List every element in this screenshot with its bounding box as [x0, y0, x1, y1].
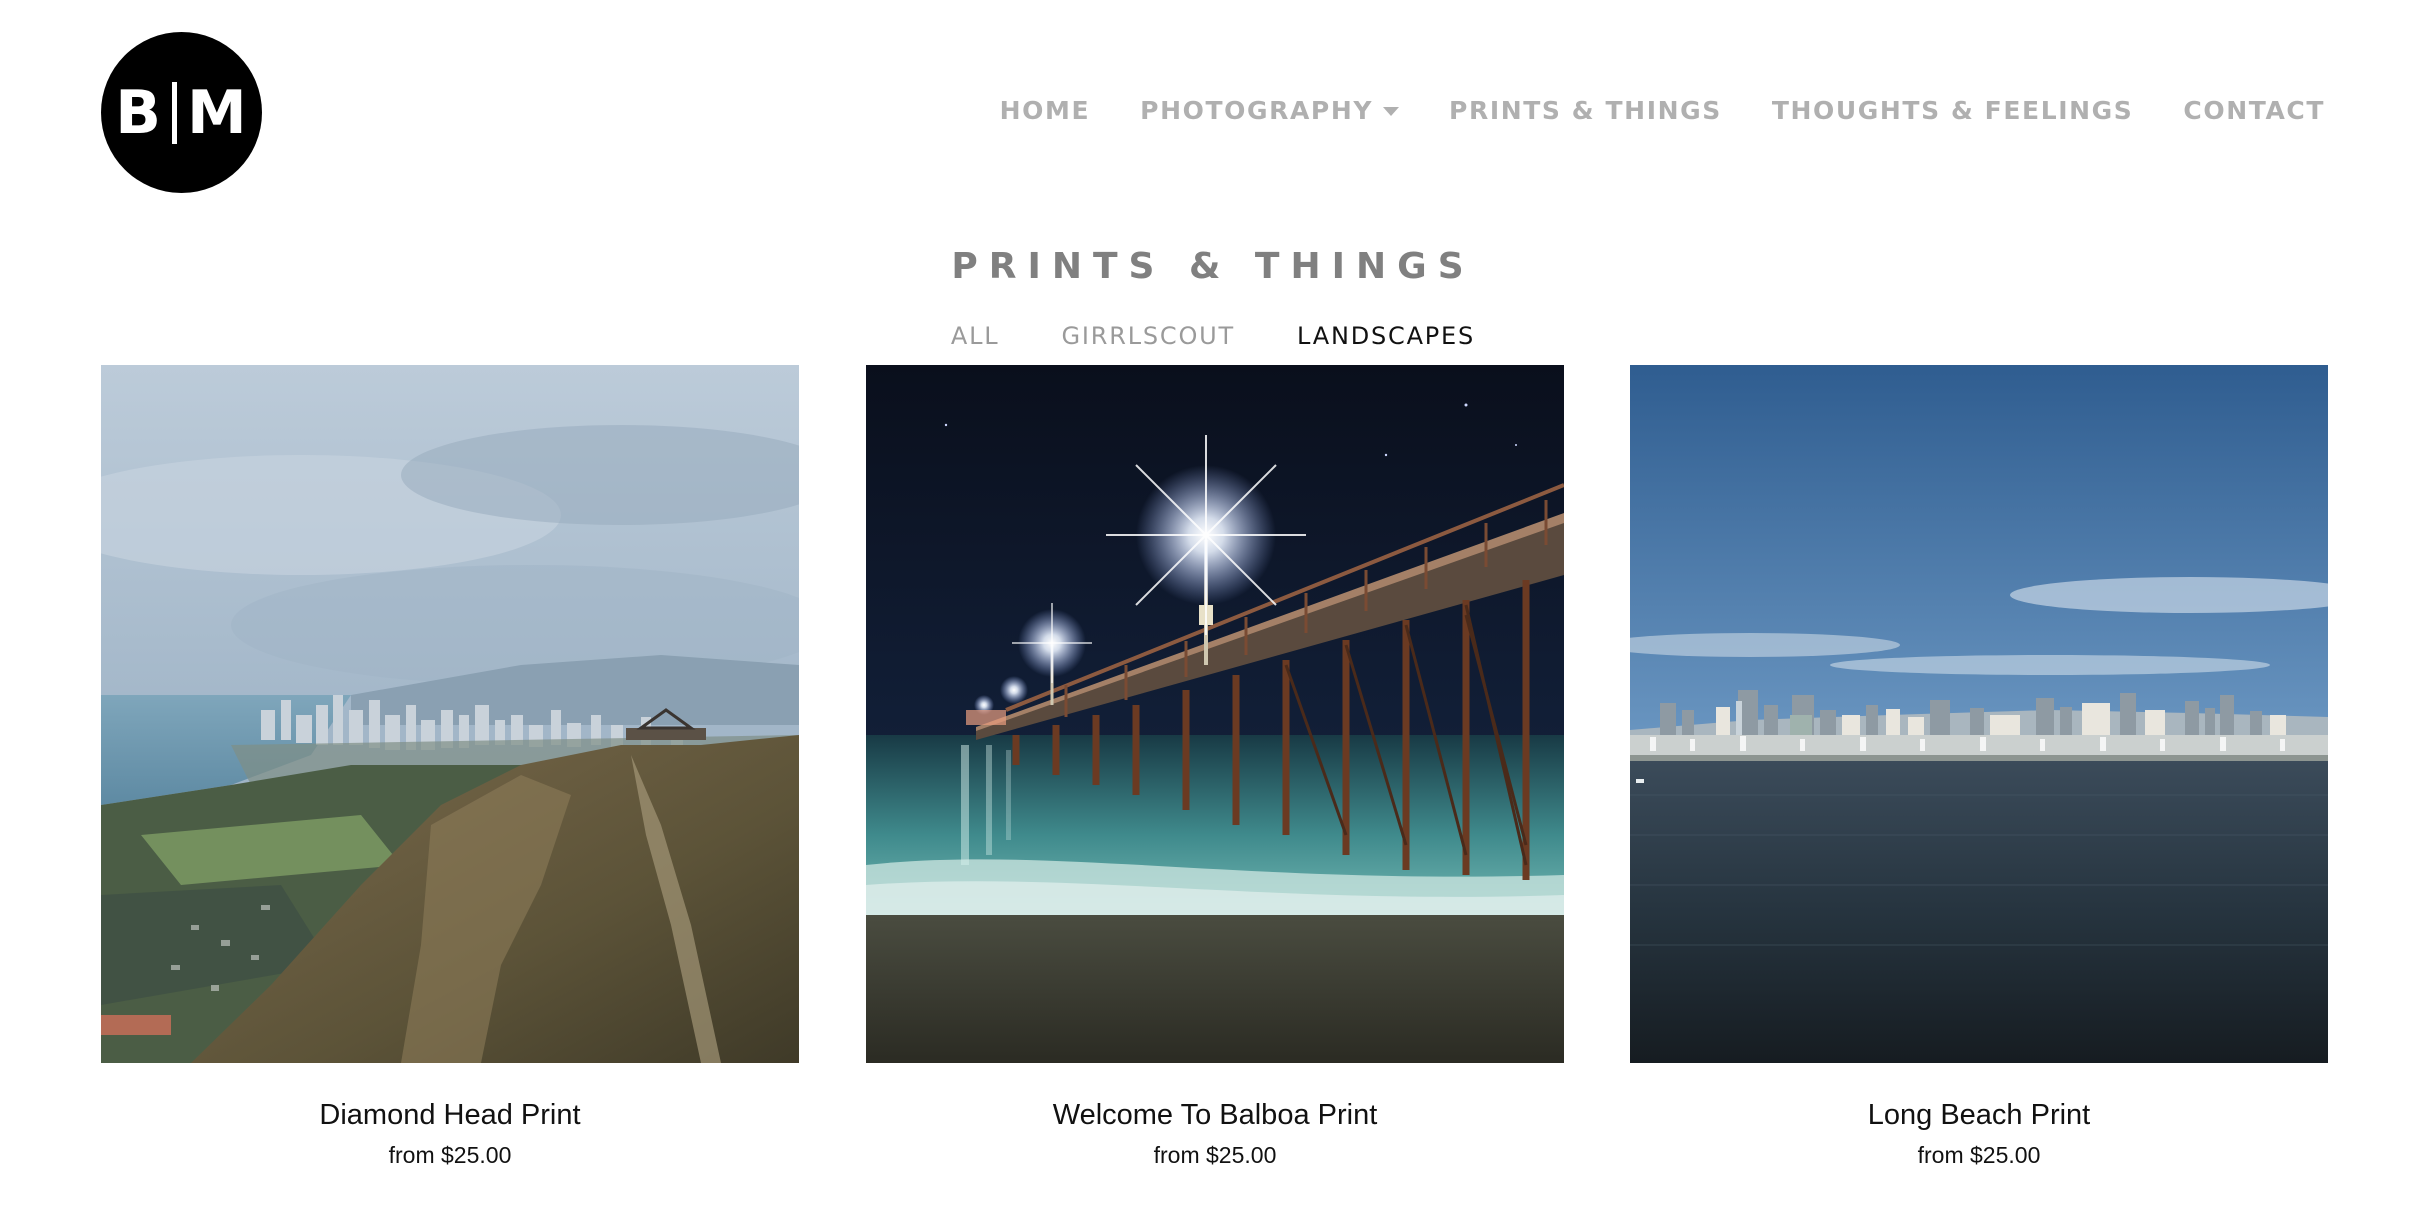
long-beach-skyline-photo: [1630, 365, 2328, 1063]
nav-home[interactable]: HOME: [1000, 96, 1091, 125]
product-name[interactable]: Diamond Head Print: [101, 1099, 799, 1132]
product-price: from $25.00: [388, 1142, 512, 1168]
chevron-down-icon: [1383, 107, 1400, 116]
nav-contact-label: CONTACT: [2183, 96, 2325, 125]
nav-thoughts-and-feelings[interactable]: THOUGHTS & FEELINGS: [1772, 96, 2134, 125]
product-card: Diamond Head Print from $25.00: [101, 365, 799, 1169]
logo-divider: [172, 81, 177, 144]
nav-thoughts-label: THOUGHTS & FEELINGS: [1771, 96, 2134, 125]
product-image-balboa[interactable]: [866, 365, 1564, 1063]
category-filter: ALL GIRRLSCOUT LANDSCAPES: [0, 322, 2426, 350]
filter-girrlscout[interactable]: GIRRLSCOUT: [1061, 322, 1235, 350]
product-image-long-beach[interactable]: [1630, 365, 2328, 1063]
diamond-head-landscape-photo: [101, 365, 799, 1063]
main-nav: HOME PHOTOGRAPHY PRINTS & THINGS THOUGHT…: [1000, 96, 2325, 125]
nav-prints-and-things[interactable]: PRINTS & THINGS: [1449, 96, 1722, 125]
product-price: from $25.00: [1917, 1142, 2041, 1168]
filter-all[interactable]: ALL: [951, 322, 1000, 350]
brand-logo[interactable]: B M: [101, 32, 262, 193]
filter-landscapes[interactable]: LANDSCAPES: [1297, 322, 1475, 350]
page-title: PRINTS & THINGS: [951, 246, 1475, 287]
nav-photography[interactable]: PHOTOGRAPHY: [1140, 96, 1400, 125]
product-name[interactable]: Welcome To Balboa Print: [866, 1099, 1564, 1132]
product-card: Welcome To Balboa Print from $25.00: [866, 365, 1564, 1169]
nav-home-label: HOME: [999, 96, 1091, 125]
product-price: from $25.00: [1153, 1142, 1277, 1168]
logo-letter-left: B: [115, 77, 162, 148]
product-image-diamond-head[interactable]: [101, 365, 799, 1063]
logo-letter-right: M: [187, 77, 248, 148]
nav-prints-label: PRINTS & THINGS: [1449, 96, 1722, 125]
nav-photography-label: PHOTOGRAPHY: [1140, 96, 1374, 125]
product-card: Long Beach Print from $25.00: [1630, 365, 2328, 1169]
nav-contact[interactable]: CONTACT: [2183, 96, 2325, 125]
product-name[interactable]: Long Beach Print: [1630, 1099, 2328, 1132]
balboa-pier-night-photo: [866, 365, 1564, 1063]
